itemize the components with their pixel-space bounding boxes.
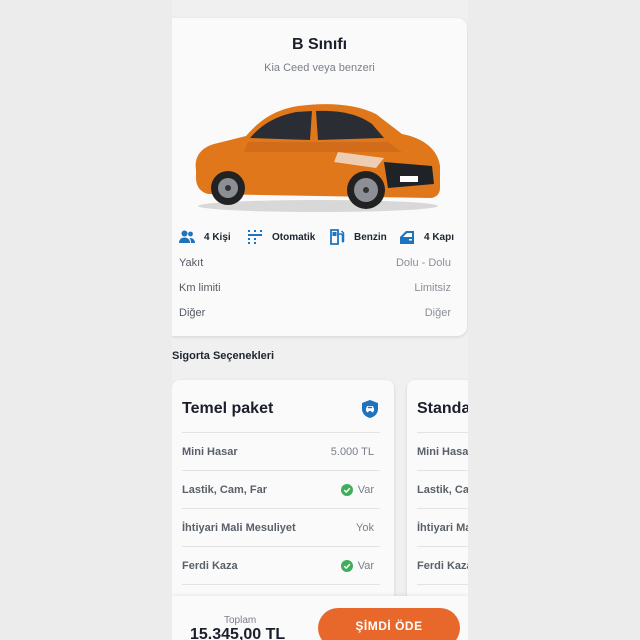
car-door-icon bbox=[400, 231, 414, 244]
car-features: 4 Kişi Otomatik Benzin 4 Kapı bbox=[178, 228, 468, 246]
total-price: 15.345,00 TL bbox=[190, 626, 286, 640]
feature-label: 4 Kapı bbox=[424, 231, 455, 243]
check-circle-icon bbox=[340, 484, 353, 496]
spec-row-fuel: Yakıt Dolu - Dolu bbox=[179, 257, 451, 273]
package-card-standard[interactable]: Standart paket Mini Hasar Lastik, Cam, F… bbox=[407, 380, 468, 620]
spec-label: Km limiti bbox=[179, 282, 221, 294]
spec-label: Diğer bbox=[179, 307, 206, 319]
insurance-section-title: Sigorta Seçenekleri bbox=[172, 350, 275, 362]
gear-shift-icon bbox=[248, 230, 262, 244]
row-label: Ferdi Kaza bbox=[417, 560, 468, 572]
car-image bbox=[195, 104, 440, 212]
package-row: Mini Hasar 5.000 TL bbox=[182, 432, 380, 470]
row-value: Yok bbox=[356, 522, 374, 534]
row-label: Lastik, Cam, Far bbox=[182, 484, 267, 496]
feature-passengers: 4 Kişi bbox=[178, 228, 231, 246]
row-value: Var bbox=[340, 484, 374, 496]
car-card: B Sınıfı Kia Ceed veya benzeri 4 Kişi Ot… bbox=[172, 18, 467, 336]
package-title: Standart paket bbox=[417, 400, 468, 417]
fuel-pump-icon bbox=[330, 229, 345, 245]
package-row: Lastik, Cam, Far bbox=[417, 470, 468, 508]
row-value: 5.000 TL bbox=[330, 446, 374, 458]
spec-value: Diğer bbox=[424, 307, 451, 319]
car-class-title: B Sınıfı bbox=[291, 36, 348, 53]
car-model-subtitle: Kia Ceed veya benzeri bbox=[264, 62, 375, 74]
shield-car-icon bbox=[362, 400, 378, 418]
checkout-bar: Toplam 15.345,00 TL ŞİMDİ ÖDE bbox=[172, 596, 468, 640]
check-circle-icon bbox=[340, 560, 353, 572]
row-label: Mini Hasar bbox=[182, 446, 238, 458]
row-label: Ferdi Kaza bbox=[182, 560, 238, 572]
spec-value: Dolu - Dolu bbox=[395, 257, 451, 269]
spec-label: Yakıt bbox=[179, 257, 204, 269]
package-row: Mini Hasar bbox=[417, 432, 468, 470]
package-row: Lastik, Cam, Far Var bbox=[182, 470, 380, 508]
spec-row-km-limit: Km limiti Limitsiz bbox=[179, 282, 451, 298]
row-label: İhtiyari Mali Mesuliyet bbox=[182, 522, 296, 534]
row-label: Mini Hasar bbox=[417, 446, 468, 458]
spec-value: Limitsiz bbox=[414, 282, 451, 294]
screen: B Sınıfı Kia Ceed veya benzeri 4 Kişi Ot… bbox=[172, 0, 468, 640]
feature-label: 4 Kişi bbox=[204, 231, 231, 243]
package-row: Ferdi Kaza bbox=[417, 546, 468, 584]
feature-label: Otomatik bbox=[272, 231, 316, 243]
row-value: Var bbox=[340, 560, 374, 572]
people-icon bbox=[179, 230, 195, 243]
pay-now-button[interactable]: ŞİMDİ ÖDE bbox=[318, 608, 460, 640]
spec-row-other: Diğer Diğer bbox=[179, 307, 451, 323]
package-row: İhtiyari Mali Mesuliyet Yok bbox=[182, 508, 380, 546]
package-title: Temel paket bbox=[182, 400, 274, 417]
feature-label: Benzin bbox=[354, 231, 387, 243]
package-row: İhtiyari Mali Mesuliyet bbox=[417, 508, 468, 546]
package-row: Ferdi Kaza Var bbox=[182, 546, 380, 584]
feature-transmission: Otomatik bbox=[246, 228, 315, 246]
feature-doors: 4 Kapı bbox=[398, 228, 454, 246]
total-label: Toplam bbox=[224, 615, 257, 626]
row-label: Lastik, Cam, Far bbox=[417, 484, 468, 496]
feature-fuel: Benzin bbox=[328, 228, 387, 246]
package-card-basic[interactable]: Temel paket Mini Hasar 5.000 TL Lastik, … bbox=[172, 380, 394, 620]
row-label: İhtiyari Mali Mesuliyet bbox=[417, 522, 468, 534]
